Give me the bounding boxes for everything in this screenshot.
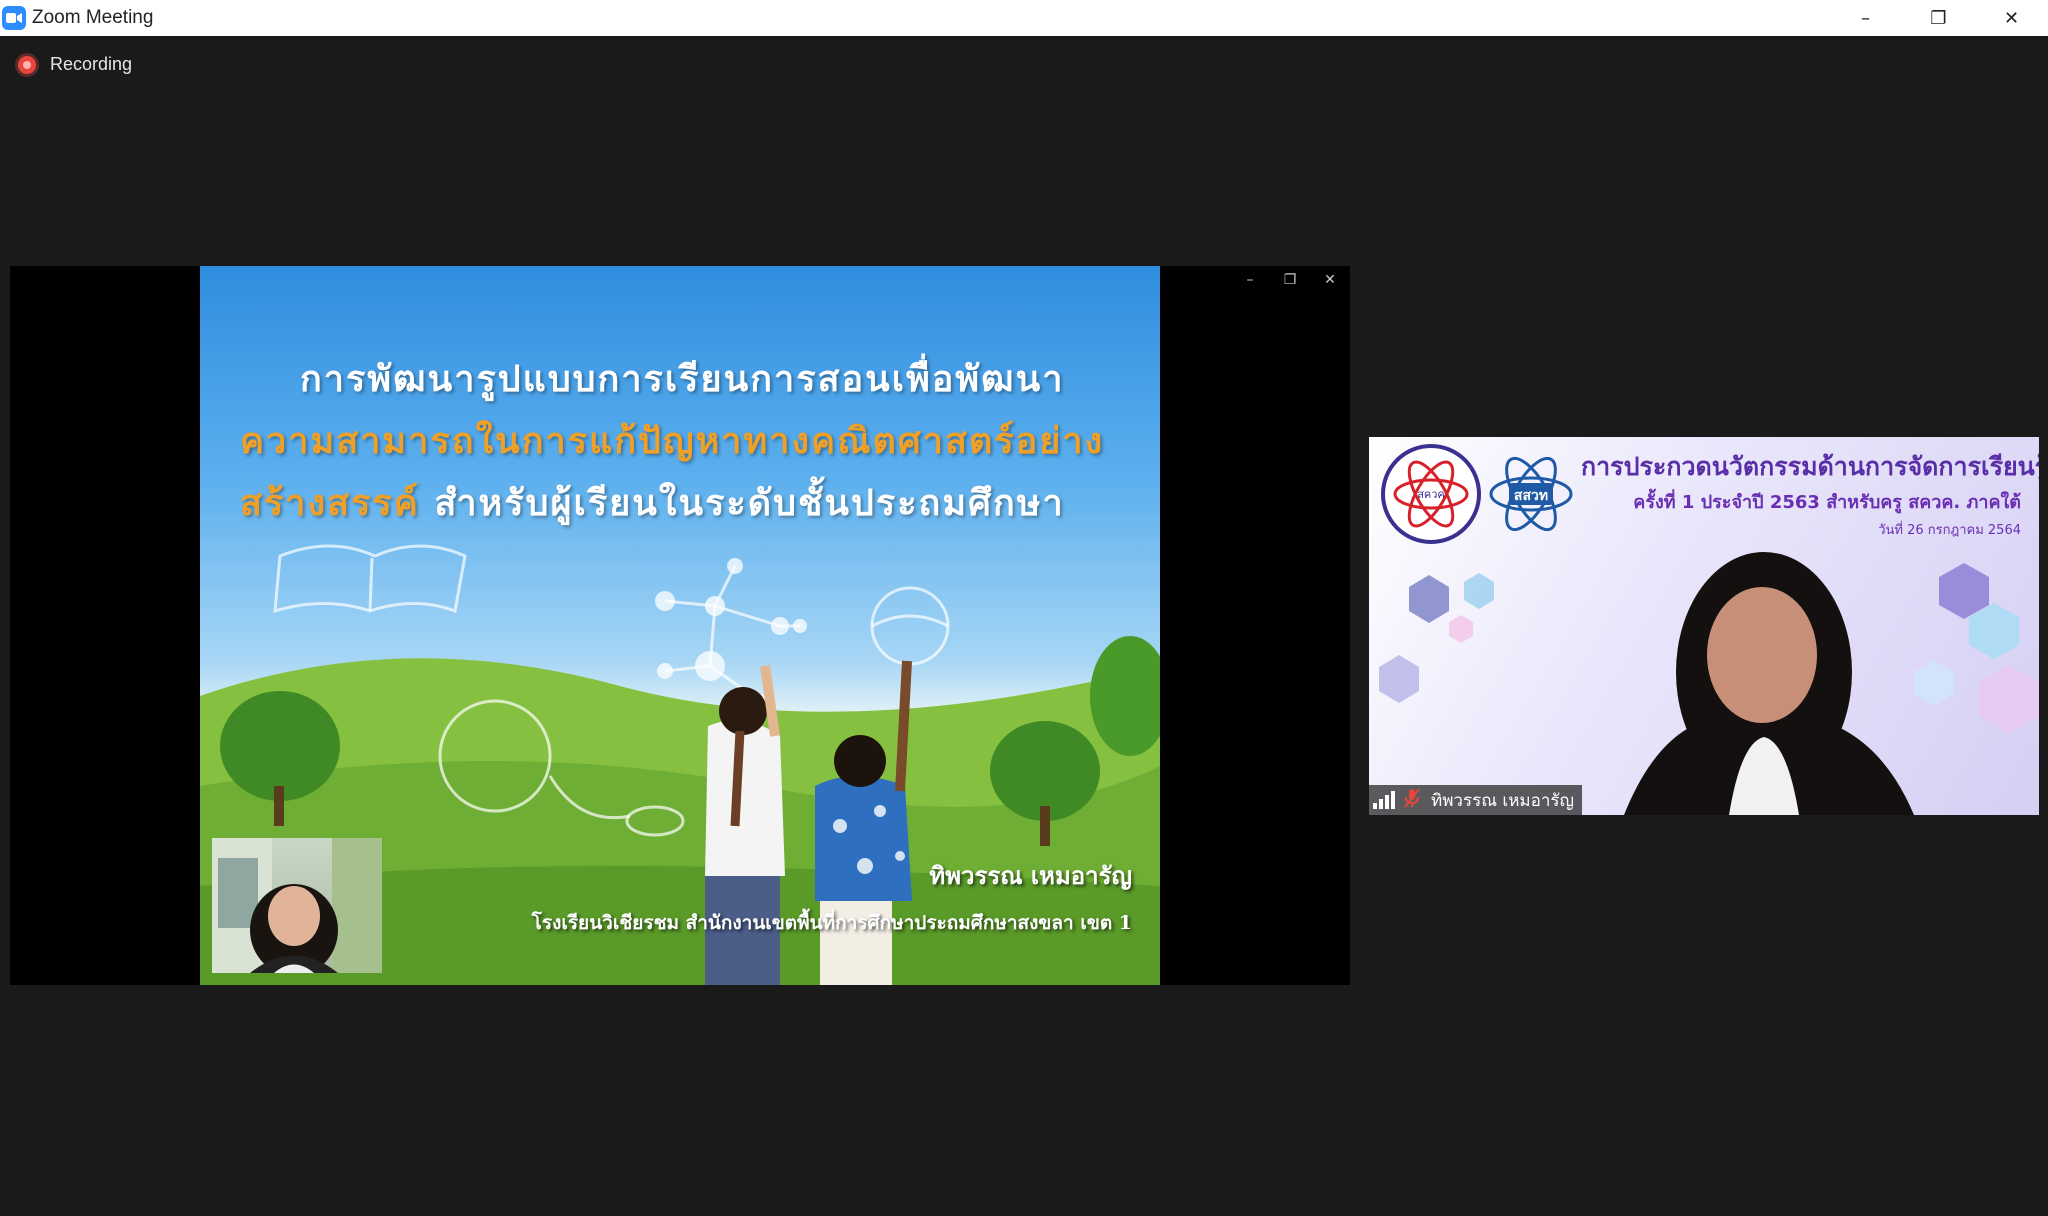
slide-school-line: โรงเรียนวิเชียรชม สำนักงานเขตพื้นที่การศ…	[531, 912, 1132, 934]
mic-muted-icon	[1403, 788, 1421, 812]
signal-bars-icon	[1373, 791, 1395, 809]
participant-name: ทิพวรรณ เหมอารัญ	[1431, 790, 1574, 811]
slide-title: การพัฒนารูปแบบการเรียนการสอนเพื่อพัฒนา ค…	[240, 348, 1140, 534]
participant-name-label: ทิพวรรณ เหมอารัญ	[1369, 785, 1582, 815]
minimize-button[interactable]: –	[1829, 0, 1902, 36]
recording-indicator[interactable]: Recording	[18, 54, 132, 75]
slide-title-highlight: สร้างสรรค์	[240, 482, 420, 524]
slide-title-line-3: สำหรับผู้เรียนในระดับชั้นประถมศึกษา	[419, 482, 1065, 524]
presentation-slide: การพัฒนารูปแบบการเรียนการสอนเพื่อพัฒนา ค…	[200, 266, 1160, 985]
recording-label: Recording	[50, 54, 133, 74]
window-controls: – ❐ ✕	[1829, 0, 2048, 36]
banner-date: วันที่ 26 กรกฎาคม 2564	[1878, 523, 2021, 538]
window-titlebar: Zoom Meeting – ❐ ✕	[0, 0, 2048, 36]
presenter-webcam-thumbnail	[212, 838, 382, 973]
close-button[interactable]: ✕	[1975, 0, 2048, 36]
share-minimize-button[interactable]: –	[1230, 266, 1270, 294]
left-logo-text: สควค	[1417, 488, 1445, 501]
record-icon	[18, 55, 36, 74]
zoom-app-icon	[2, 6, 26, 30]
slide-presenter-name: ทิพวรรณ เหมอารัญ	[929, 861, 1132, 890]
banner-title: การประกวดนวัตกรรมด้านการจัดการเรียนรู้	[1581, 452, 2039, 481]
share-window-controls: – ❐ ✕	[1230, 266, 1350, 294]
right-logo-text: สสวท	[1514, 488, 1548, 504]
window-title: Zoom Meeting	[32, 7, 154, 28]
slide-title-line-2: ความสามารถในการแก้ปัญหาทางคณิตศาสตร์อย่า…	[240, 420, 1105, 462]
share-close-button[interactable]: ✕	[1310, 266, 1350, 294]
presenter-video-image	[212, 838, 382, 973]
participant-video-tile[interactable]: สควค สสวท การประกวดนวัตกรรมด้านการจัดการ…	[1369, 437, 2039, 815]
restore-button[interactable]: ❐	[1902, 0, 1975, 36]
banner-subtitle: ครั้งที่ 1 ประจำปี 2563 สำหรับครู สควค. …	[1633, 492, 2021, 513]
slide-title-line-1: การพัฒนารูปแบบการเรียนการสอนเพื่อพัฒนา	[300, 358, 1065, 400]
shared-screen[interactable]: การพัฒนารูปแบบการเรียนการสอนเพื่อพัฒนา ค…	[10, 266, 1350, 985]
share-restore-button[interactable]: ❐	[1270, 266, 1310, 294]
